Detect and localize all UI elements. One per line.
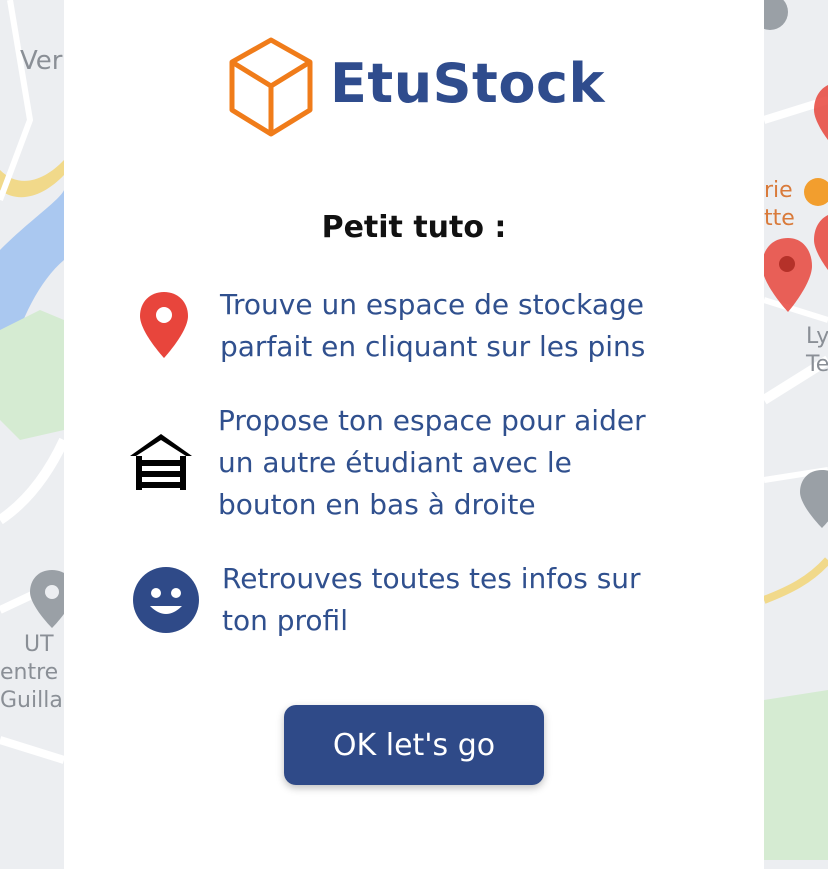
ok-lets-go-button[interactable]: OK let's go — [284, 705, 544, 785]
step-3-text: Retrouves toutes tes infos sur ton profi… — [222, 558, 641, 642]
garage-house-icon — [130, 434, 192, 490]
map-label-right-1: rie — [764, 178, 793, 203]
cube-logo-icon — [229, 37, 313, 137]
step-1-line-2: parfait en cliquant sur les pins — [220, 330, 646, 363]
step-1-line-1: Trouve un espace de stockage — [220, 288, 644, 321]
step-2-line-1: Propose ton espace pour aider — [218, 404, 646, 437]
step-2-line-2: un autre étudiant avec le — [218, 446, 572, 479]
map-label-right-3: Ly — [806, 324, 828, 349]
location-pin-icon — [140, 292, 188, 358]
app-screen: Ver rie tte Ly Te UT entre Guillau EtuSt… — [0, 0, 828, 869]
step-3-line-1: Retrouves toutes tes infos sur — [222, 562, 641, 595]
step-2-text: Propose ton espace pour aider un autre é… — [218, 400, 646, 526]
map-label-top-left: Ver — [20, 46, 63, 76]
tutorial-title: Petit tuto : — [321, 210, 507, 245]
map-label-right-4: Te — [806, 352, 828, 377]
step-3-line-2: ton profil — [222, 604, 348, 637]
step-2-line-3: bouton en bas à droite — [218, 488, 536, 521]
map-label-left-1: UT — [24, 632, 54, 657]
smiley-face-icon — [133, 567, 199, 633]
brand-name: EtuStock — [330, 52, 605, 115]
step-1-text: Trouve un espace de stockage parfait en … — [220, 284, 645, 368]
map-label-left-2: entre — [0, 660, 59, 685]
